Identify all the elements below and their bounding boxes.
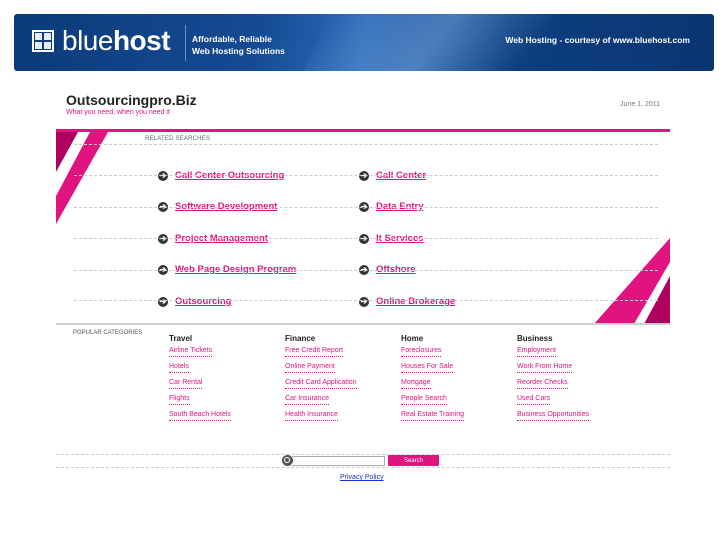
- arrow-right-circle-icon: ➔: [158, 296, 168, 307]
- related-search-item[interactable]: ➔ Outsourcing: [158, 296, 231, 307]
- related-row: ➔ Outsourcing ➔ Online Brokerage: [74, 270, 658, 307]
- category-link[interactable]: Online Payment: [285, 362, 335, 373]
- category-link[interactable]: Reorder Checks: [517, 378, 568, 389]
- category-link[interactable]: Foreclosures: [401, 346, 442, 357]
- category-title: Travel: [169, 334, 193, 343]
- header-divider: [56, 129, 670, 132]
- banner-courtesy[interactable]: Web Hosting - courtesy of www.bluehost.c…: [505, 35, 690, 45]
- category-link[interactable]: Used Cars: [517, 394, 551, 405]
- bluehost-logo[interactable]: bluehost: [32, 25, 171, 56]
- category-title: Business: [517, 334, 553, 343]
- related-row: ➔ Project Management ➔ It Services: [74, 207, 658, 244]
- related-row: ➔ Software Development ➔ Data Entry: [74, 175, 658, 212]
- category-link[interactable]: Houses For Sale: [401, 362, 454, 373]
- category-link[interactable]: South Beach Hotels: [169, 410, 231, 421]
- site-subtitle: What you need, when you need it: [66, 109, 170, 116]
- category-link[interactable]: Work From Home: [517, 362, 573, 373]
- category-link[interactable]: Business Opportunities: [517, 410, 589, 421]
- category-link[interactable]: Employment: [517, 346, 556, 357]
- site-title: Outsourcingpro.Biz: [66, 92, 197, 108]
- category-link[interactable]: Real Estate Training: [401, 410, 465, 421]
- related-search-link[interactable]: Online Brokerage: [376, 296, 455, 307]
- category-column: Business Employment Work From Home Reorder …: [517, 334, 627, 426]
- category-column: Travel Airline Tickets Hotels Car Rental Fli…: [169, 334, 279, 426]
- category-column: Home Foreclosures Houses For Sale Mortgage P…: [401, 334, 511, 426]
- category-link[interactable]: Car Insurance: [285, 394, 329, 405]
- related-search-item[interactable]: ➔ Online Brokerage: [359, 296, 455, 307]
- category-link[interactable]: Free Credit Report: [285, 346, 343, 357]
- search-bar: Search: [282, 455, 439, 466]
- related-row: ➔ Web Page Design Program ➔ Offshore: [74, 238, 658, 275]
- category-title: Finance: [285, 334, 316, 343]
- category-link[interactable]: People Search: [401, 394, 447, 405]
- privacy-policy-link[interactable]: Privacy Policy: [340, 474, 384, 481]
- category-column: Finance Free Credit Report Online Payment C…: [285, 334, 395, 426]
- category-title: Home: [401, 334, 424, 343]
- footer-divider-bottom: [56, 467, 670, 468]
- category-link[interactable]: Mortgage: [401, 378, 431, 389]
- page-date: June 1, 2011: [620, 101, 660, 108]
- category-link[interactable]: Flights: [169, 394, 190, 405]
- search-icon: [282, 455, 293, 466]
- tagline-divider: [185, 25, 186, 61]
- search-button[interactable]: Search: [388, 455, 439, 466]
- section-divider: [56, 323, 670, 325]
- related-search-link[interactable]: Outsourcing: [175, 296, 231, 307]
- search-input[interactable]: [292, 455, 385, 466]
- banner-tagline: Affordable, Reliable Web Hosting Solutio…: [192, 34, 285, 56]
- popular-categories-label: POPULAR CATEGORIES: [73, 330, 143, 336]
- logo-text: bluehost: [62, 25, 171, 56]
- related-searches-label: RELATED SEARCHES: [145, 136, 211, 142]
- category-link[interactable]: Airline Tickets: [169, 346, 213, 357]
- category-link[interactable]: Credit Card Application: [285, 378, 357, 389]
- bluehost-grid-icon: [32, 30, 54, 52]
- related-row-end: [74, 300, 658, 301]
- hosting-banner[interactable]: bluehost Affordable, Reliable Web Hostin…: [14, 14, 714, 71]
- related-row: ➔ Call Center Outsourcing ➔ Call Center: [74, 144, 658, 181]
- category-link[interactable]: Health Insurance: [285, 410, 338, 421]
- arrow-right-circle-icon: ➔: [359, 296, 369, 307]
- category-link[interactable]: Car Rental: [169, 378, 203, 389]
- category-link[interactable]: Hotels: [169, 362, 189, 373]
